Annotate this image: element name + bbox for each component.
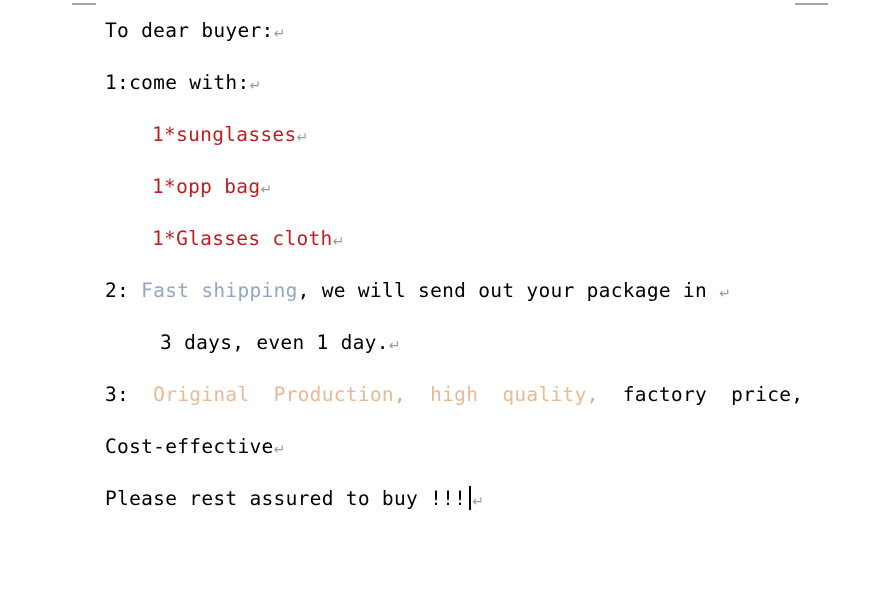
item-header-text: 1:come with: [105, 71, 250, 94]
quality-rest: factory price, [598, 383, 804, 406]
paragraph-return-mark: ↵ [249, 78, 262, 94]
quality-highlight-2: high quality [406, 383, 587, 406]
paragraph-return-mark: ↵ [472, 494, 484, 510]
item-1-text: 1*sunglasses [152, 123, 297, 146]
paragraph-return-mark: ↵ [296, 130, 309, 146]
paragraph-item-sunglasses[interactable]: 1*sunglasses↵ [152, 122, 308, 150]
paragraph-return-mark: ↵ [273, 442, 286, 458]
shipping-prefix: 2: [105, 279, 142, 302]
quality-comma-1: , [393, 383, 407, 406]
paragraph-shipping-continuation[interactable]: 3 days, even 1 day.↵ [160, 330, 401, 358]
paragraph-return-mark: ↵ [719, 286, 731, 302]
paragraph-closing[interactable]: Please rest assured to buy !!! ↵ [105, 486, 484, 514]
paragraph-cost-effective[interactable]: Cost-effective↵ [105, 434, 285, 462]
page-margin-marker-left [72, 3, 96, 5]
quality-comma-2: , [586, 383, 599, 406]
quality-highlight-1: Original Production [141, 383, 394, 406]
shipping-rest: , we will send out your package in [297, 279, 720, 302]
paragraph-item-opp-bag[interactable]: 1*opp bag↵ [152, 174, 272, 202]
cost-text: Cost-effective [105, 435, 274, 458]
paragraph-return-mark: ↵ [388, 338, 401, 354]
paragraph-return-mark: ↵ [332, 234, 345, 250]
document-page: To dear buyer:↵ 1:come with:↵ 1*sunglass… [0, 0, 882, 597]
paragraph-item-glasses-cloth[interactable]: 1*Glasses cloth↵ [152, 226, 344, 254]
quality-prefix: 3: [105, 383, 142, 406]
paragraph-quality[interactable]: 3: Original Production, high quality, fa… [105, 382, 803, 408]
paragraph-return-mark: ↵ [260, 182, 273, 198]
paragraph-shipping[interactable]: 2: Fast shipping, we will send out your … [105, 278, 731, 306]
item-2-text: 1*opp bag [152, 175, 261, 198]
shipping-continuation-text: 3 days, even 1 day. [160, 331, 389, 354]
closing-text: Please rest assured to buy !!! [105, 487, 467, 510]
page-margin-marker-right [795, 3, 828, 5]
paragraph-item-header[interactable]: 1:come with:↵ [105, 70, 261, 98]
item-3-text: 1*Glasses cloth [152, 227, 333, 250]
shipping-highlight: Fast shipping [141, 279, 298, 302]
greeting-text: To dear buyer: [105, 19, 274, 42]
paragraph-greeting[interactable]: To dear buyer:↵ [105, 18, 285, 46]
text-caret [469, 486, 472, 510]
paragraph-return-mark: ↵ [273, 26, 286, 42]
